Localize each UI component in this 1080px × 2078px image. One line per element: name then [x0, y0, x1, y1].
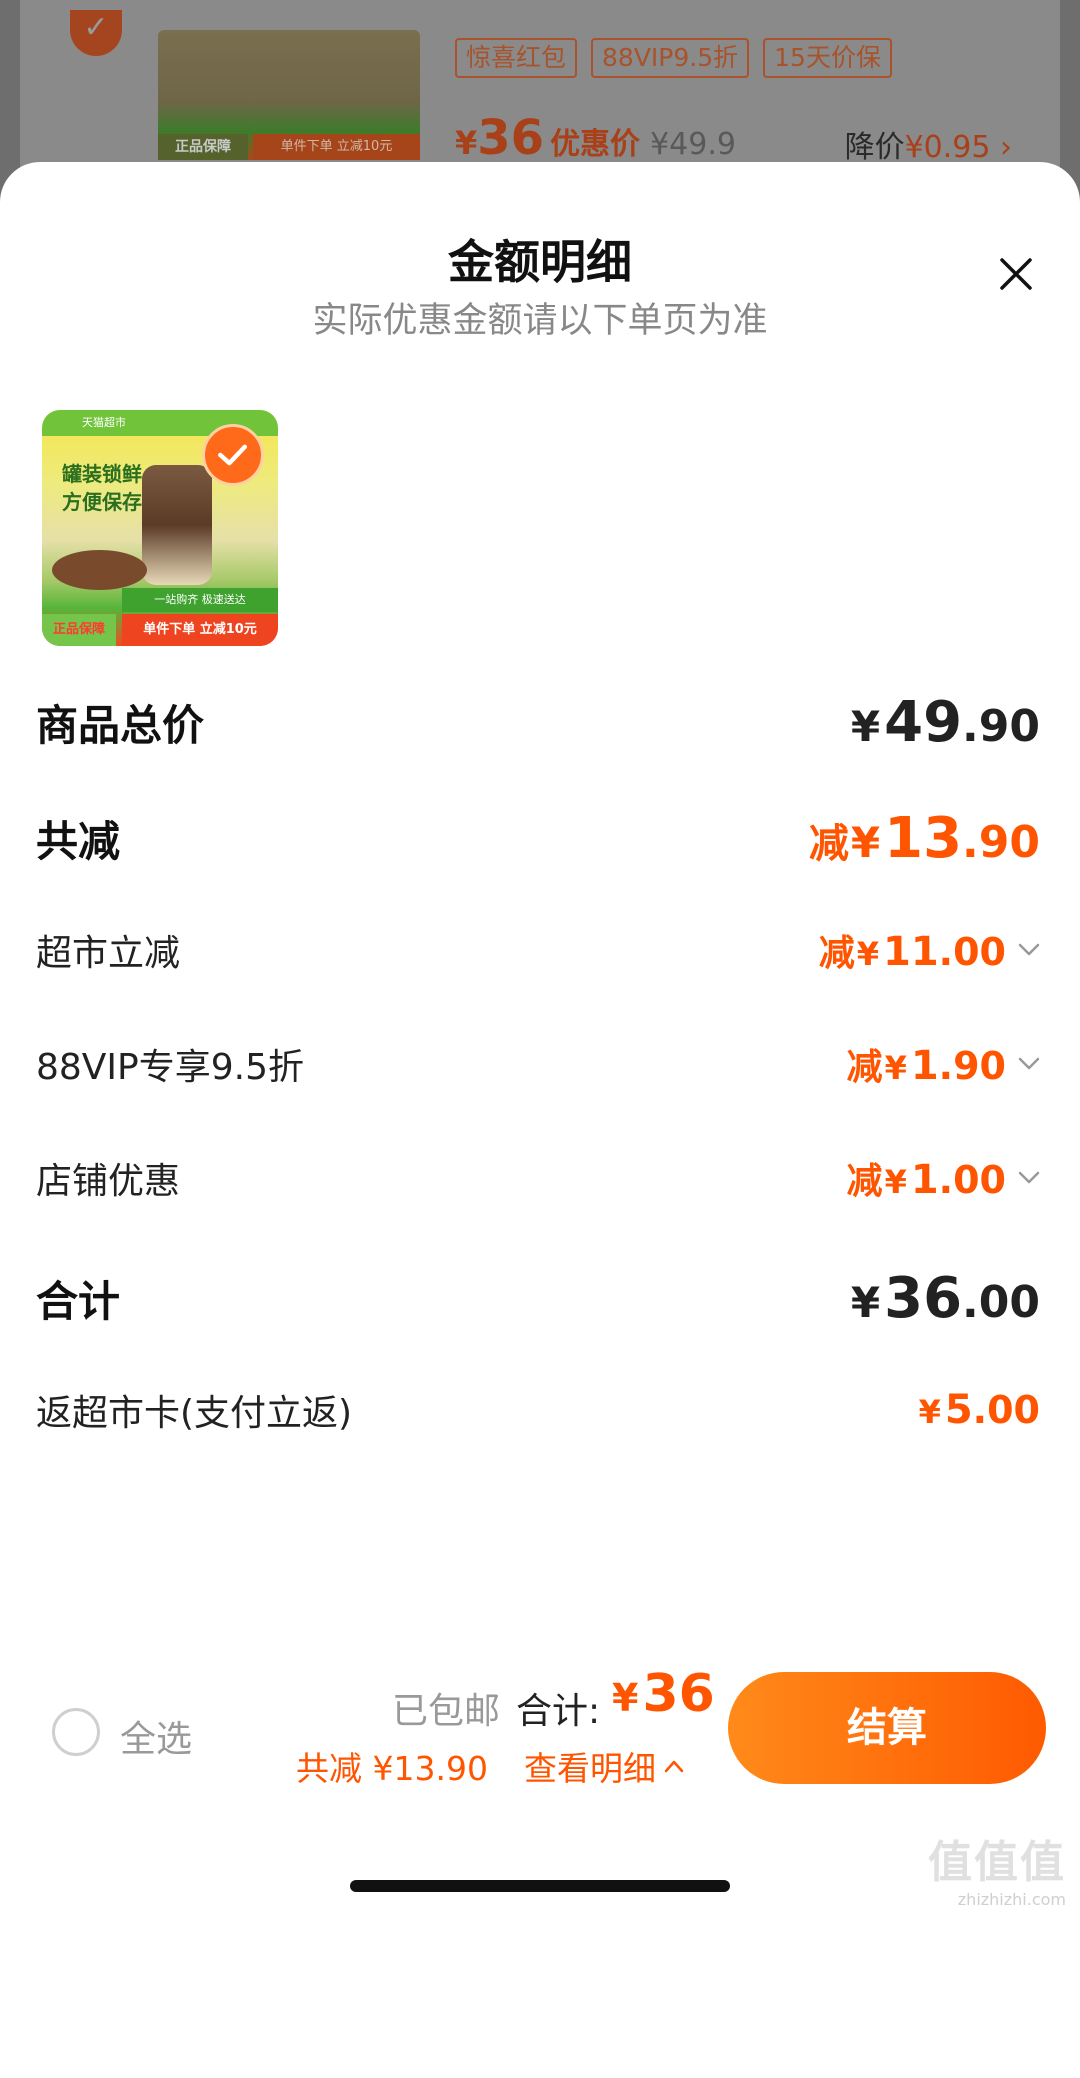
selected-check-icon[interactable] — [202, 424, 264, 486]
amount-currency: ¥ — [884, 1163, 907, 1201]
amount-decimal: .90 — [938, 1044, 1006, 1088]
amount-detail-sheet: 金额明细 实际优惠金额请以下单页为准 天猫超市 罐装锁鲜 方便保存 一站购齐 极… — [0, 162, 1080, 2078]
amount-prefix: 减 — [818, 933, 855, 974]
chevron-down-icon[interactable] — [1018, 1057, 1040, 1071]
amount-prefix: 减 — [808, 821, 849, 867]
row-label: 商品总价 — [36, 701, 205, 750]
background-price-value: 36 — [477, 110, 545, 166]
row-label: 合计 — [36, 1277, 121, 1326]
amount-currency: ¥ — [850, 702, 881, 751]
amount-integer: 11 — [883, 929, 939, 975]
background-drop-label: 降价 — [844, 130, 905, 165]
row-grand-total: 合计 ¥36.00 — [36, 1266, 1040, 1331]
free-shipping-label: 已包邮 — [392, 1691, 501, 1732]
saving-text: 共减 ¥13.90 — [296, 1749, 488, 1788]
checkout-button[interactable]: 结算 — [728, 1672, 1046, 1784]
amount-decimal: .00 — [962, 1277, 1040, 1328]
chevron-down-icon[interactable] — [1018, 1171, 1040, 1185]
product-jar-image — [142, 465, 212, 585]
amount-decimal: .00 — [938, 930, 1006, 974]
product-promo-tag: 单件下单 立减10元 — [122, 614, 278, 646]
product-image-slogan-line: 罐装锁鲜 — [62, 462, 142, 486]
amount-integer: 36 — [884, 1266, 963, 1331]
amount-currency: ¥ — [918, 1393, 941, 1431]
amount-prefix: 减 — [846, 1161, 883, 1202]
row-amount: 减 ¥11.00 — [819, 924, 1040, 976]
row-amount: 减 ¥1.00 — [847, 1152, 1040, 1204]
amount-currency: ¥ — [850, 1278, 881, 1327]
watermark-logo: 值值值 — [928, 1837, 1066, 1888]
row-supermarket-discount[interactable]: 超市立减 减 ¥11.00 — [36, 924, 1040, 976]
close-icon[interactable] — [996, 254, 1036, 294]
row-amount: ¥36.00 — [851, 1266, 1040, 1331]
background-promo-tag: 单件下单 立减10元 — [253, 134, 420, 160]
chevron-down-icon[interactable] — [1018, 943, 1040, 957]
select-all-radio[interactable] — [52, 1708, 100, 1756]
row-cashback-card: 返超市卡(支付立返) ¥5.00 — [36, 1384, 1040, 1436]
background-tag: 15天价保 — [763, 38, 892, 78]
view-detail-link[interactable]: 查看明细 — [524, 1742, 684, 1790]
chevron-up-icon — [664, 1760, 684, 1773]
row-label: 超市立减 — [36, 933, 181, 974]
background-tag-list: 惊喜红包 88VIP9.5折 15天价保 — [455, 38, 892, 78]
background-tag: 88VIP9.5折 — [591, 38, 750, 78]
amount-currency: ¥ — [856, 935, 879, 973]
row-label: 返超市卡(支付立返) — [36, 1393, 353, 1434]
amount-integer: 5 — [944, 1387, 973, 1433]
row-amount: ¥49.90 — [851, 690, 1040, 755]
background-original-price: ¥49.9 — [650, 127, 736, 162]
product-image-slogan: 罐装锁鲜 方便保存 — [62, 460, 142, 516]
product-nuts-image — [52, 550, 147, 590]
row-item-total: 商品总价 ¥49.90 — [36, 690, 1040, 755]
background-price-drop: 降价¥0.95 › — [845, 122, 1012, 166]
product-image-slogan-line: 方便保存 — [62, 490, 142, 514]
background-price: ¥36 优惠价 ¥49.9 — [455, 110, 736, 166]
background-price-label: 优惠价 — [550, 127, 641, 162]
product-image-mid-banner: 一站购齐 极速送达 — [122, 588, 278, 612]
row-label: 共减 — [36, 817, 121, 866]
background-price-currency: ¥ — [455, 124, 478, 162]
watermark-url: zhizhizhi.com — [957, 1890, 1066, 1909]
amount-decimal: .00 — [972, 1388, 1040, 1432]
amount-prefix: 减 — [846, 1047, 883, 1088]
background-tag: 惊喜红包 — [455, 38, 578, 78]
background-product-image: 正品保障 单件下单 立减10元 — [158, 30, 420, 160]
row-88vip-discount[interactable]: 88VIP专享9.5折 减 ¥1.90 — [36, 1038, 1040, 1090]
amount-decimal: .00 — [938, 1158, 1006, 1202]
row-store-discount[interactable]: 店铺优惠 减 ¥1.00 — [36, 1152, 1040, 1204]
total-value: ¥36 — [612, 1664, 715, 1724]
watermark: 值值值 zhizhizhi.com — [928, 1826, 1066, 1909]
amount-decimal: .90 — [962, 817, 1040, 868]
home-indicator[interactable] — [350, 1880, 730, 1892]
sheet-subtitle: 实际优惠金额请以下单页为准 — [312, 301, 768, 341]
sheet-title: 金额明细 — [448, 235, 632, 289]
background-drop-value: ¥0.95 › — [904, 130, 1012, 165]
view-detail-label: 查看明细 — [524, 1749, 656, 1788]
total-amount: 36 — [642, 1664, 715, 1724]
amount-currency: ¥ — [884, 1049, 907, 1087]
select-all-label[interactable]: 全选 — [120, 1710, 192, 1762]
total-label: 合计: — [516, 1691, 601, 1732]
row-amount: 减 ¥1.90 — [847, 1038, 1040, 1090]
amount-integer: 1 — [910, 1043, 939, 1089]
amount-currency: ¥ — [850, 818, 881, 867]
amount-integer: 1 — [910, 1157, 939, 1203]
row-label: 店铺优惠 — [36, 1161, 181, 1202]
row-amount: ¥5.00 — [919, 1387, 1040, 1433]
amount-decimal: .90 — [962, 701, 1040, 752]
product-genuine-tag: 正品保障 — [42, 614, 116, 646]
row-amount: 减 ¥13.90 — [809, 806, 1040, 871]
background-genuine-tag: 正品保障 — [158, 134, 248, 160]
amount-integer: 13 — [884, 806, 963, 871]
amount-integer: 49 — [884, 690, 963, 755]
row-label: 88VIP专享9.5折 — [36, 1047, 305, 1088]
background-check-icon: ✓ — [70, 10, 122, 56]
total-currency: ¥ — [612, 1676, 639, 1720]
row-total-discount: 共减 减 ¥13.90 — [36, 806, 1040, 871]
product-thumbnail: 天猫超市 罐装锁鲜 方便保存 一站购齐 极速送达 正品保障 单件下单 立减10元 — [42, 410, 278, 646]
